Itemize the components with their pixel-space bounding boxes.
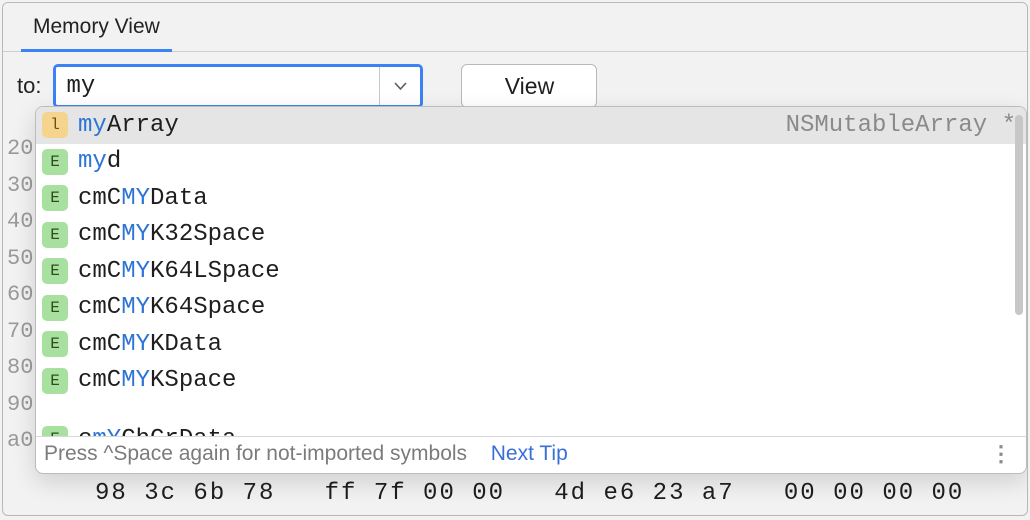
- suggestion-name: cmYChCrData: [78, 426, 1016, 436]
- gutter-offset: 80: [7, 350, 35, 387]
- suggestion-row[interactable]: EcmYChCrData: [36, 421, 1026, 436]
- popup-footer: Press ^Space again for not-imported symb…: [36, 436, 1026, 473]
- suggestion-name: cmCMYKSpace: [78, 367, 1016, 394]
- suggestion-name: cmCMYK32Space: [78, 221, 1016, 248]
- enum-icon: E: [42, 222, 68, 248]
- suggestion-row[interactable]: EcmCMYKSpace: [36, 363, 1026, 400]
- memory-view-panel: Memory View to: View 2030405060708090a0 …: [2, 2, 1028, 516]
- gutter-offset: 50: [7, 241, 35, 278]
- to-label: to:: [15, 73, 45, 99]
- gutter-offset: 20: [7, 131, 35, 168]
- gutter-offset: a0: [7, 423, 35, 460]
- view-button[interactable]: View: [461, 64, 597, 108]
- gutter-offset: 40: [7, 204, 35, 241]
- local-icon: l: [42, 112, 68, 138]
- hex-gutter: 2030405060708090a0: [7, 131, 35, 460]
- gutter-offset: 60: [7, 277, 35, 314]
- address-combo[interactable]: [53, 64, 423, 108]
- suggestion-name: myArray: [78, 112, 778, 139]
- gutter-offset: 90: [7, 387, 35, 424]
- gutter-offset: 70: [7, 314, 35, 351]
- suggestion-row[interactable]: EcmCMYK32Space: [36, 217, 1026, 254]
- footer-hint: Press ^Space again for not-imported symb…: [44, 442, 467, 466]
- suggestion-row[interactable]: EcmCMYKData: [36, 326, 1026, 363]
- enum-icon: E: [42, 149, 68, 175]
- hex-bytes-row: 98 3c 6b 78 ff 7f 00 00 4d e6 23 a7 00 0…: [95, 480, 964, 507]
- suggestion-type: NSMutableArray *: [786, 112, 1016, 139]
- tab-memory-view[interactable]: Memory View: [21, 9, 172, 52]
- tab-bar: Memory View: [3, 3, 1027, 52]
- enum-icon: E: [42, 368, 68, 394]
- gutter-offset: 30: [7, 168, 35, 205]
- suggestion-name: cmCMYKData: [78, 331, 1016, 358]
- suggestion-row[interactable]: l myArray NSMutableArray *: [36, 107, 1026, 144]
- suggestion-row-partial[interactable]: EcmYChCrData: [36, 421, 1026, 436]
- enum-icon: E: [42, 185, 68, 211]
- enum-icon: E: [42, 258, 68, 284]
- scrollbar-thumb[interactable]: [1015, 115, 1023, 315]
- enum-icon: E: [42, 295, 68, 321]
- enum-icon: E: [42, 331, 68, 357]
- suggestion-name: cmCMYK64Space: [78, 294, 1016, 321]
- suggestion-name: cmCMYData: [78, 185, 1016, 212]
- combo-dropdown-button[interactable]: [379, 67, 420, 105]
- suggestion-name: cmCMYK64LSpace: [78, 258, 1016, 285]
- suggestion-row[interactable]: Emyd: [36, 144, 1026, 181]
- suggestion-row[interactable]: EcmCMYK64Space: [36, 290, 1026, 327]
- more-icon[interactable]: ⋮: [990, 451, 1016, 457]
- autocomplete-popup: lmyArrayNSMutableArray *EmydEcmCMYDataEc…: [35, 106, 1027, 474]
- chevron-down-icon: [394, 82, 407, 91]
- suggestion-row[interactable]: EcmCMYData: [36, 180, 1026, 217]
- next-tip-link[interactable]: Next Tip: [491, 442, 568, 466]
- enum-icon: E: [42, 426, 68, 436]
- suggestion-name: myd: [78, 148, 1016, 175]
- suggestion-row[interactable]: EcmCMYK64LSpace: [36, 253, 1026, 290]
- suggestion-list: lmyArrayNSMutableArray *EmydEcmCMYDataEc…: [36, 107, 1026, 421]
- address-input[interactable]: [56, 67, 379, 105]
